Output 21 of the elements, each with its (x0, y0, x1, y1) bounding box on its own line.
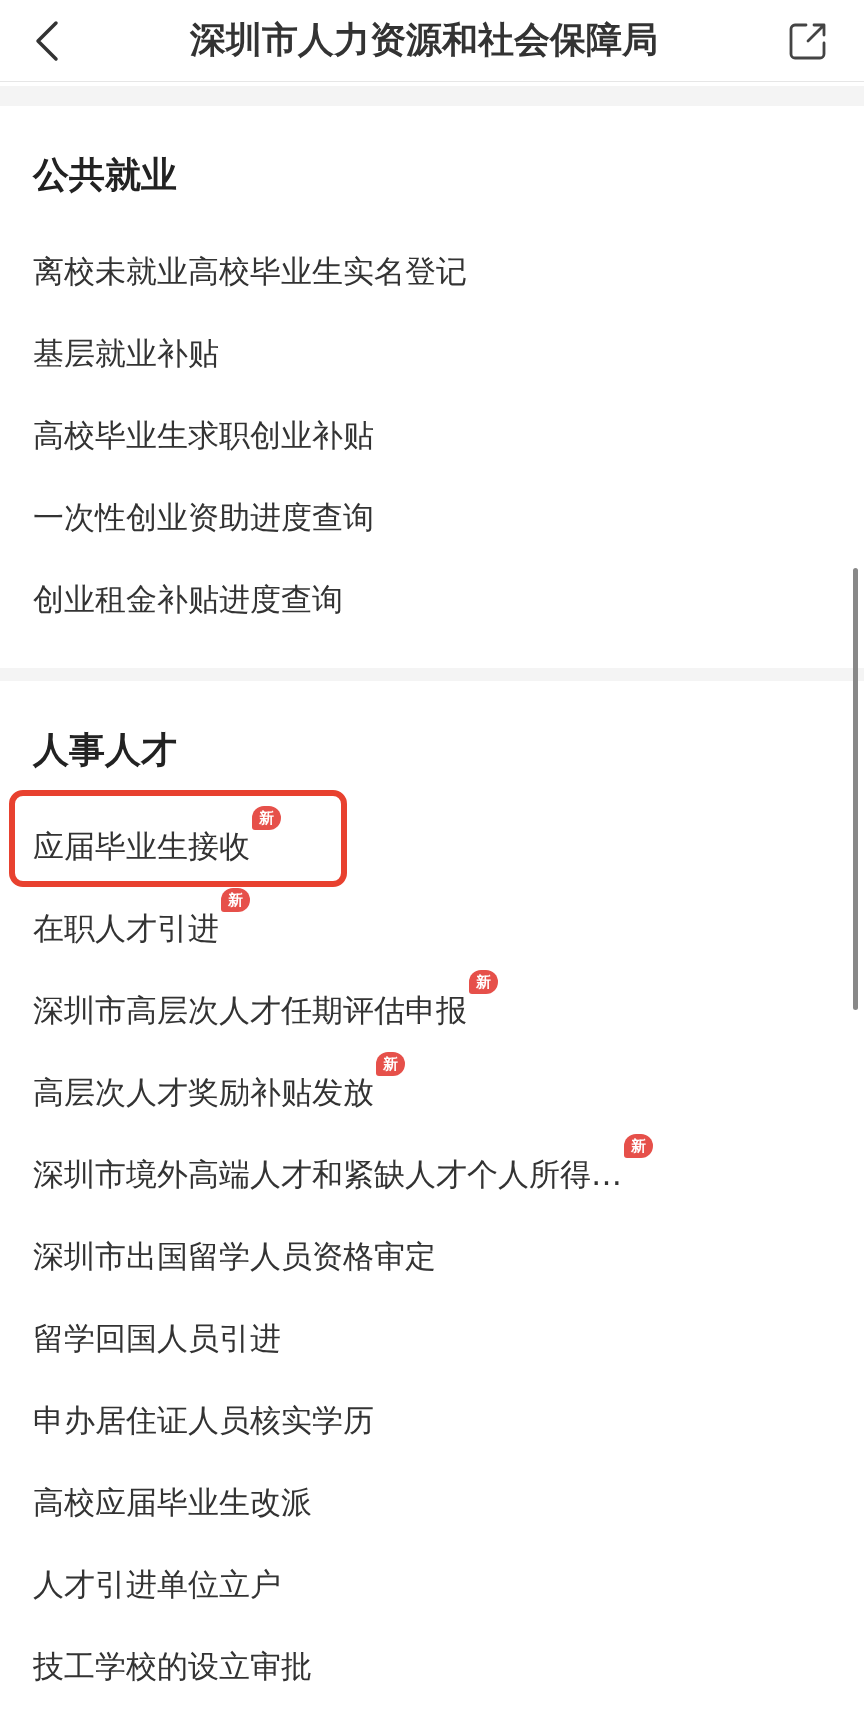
service-link[interactable]: 技工学校的设立审批 (33, 1646, 312, 1686)
service-link[interactable]: 离校未就业高校毕业生实名登记 (33, 251, 467, 291)
new-badge: 新 (252, 806, 281, 830)
new-badge: 新 (469, 970, 498, 994)
new-badge: 新 (376, 1052, 405, 1076)
scrollbar[interactable] (853, 568, 858, 1010)
service-link[interactable]: 创业租金补贴进度查询 (33, 579, 343, 619)
section-title: 人事人才 (33, 728, 178, 772)
service-link[interactable]: 深圳市出国留学人员资格审定 (33, 1236, 436, 1276)
page-title: 深圳市人力资源和社会保障局 (190, 18, 658, 62)
service-link[interactable]: 人才引进单位立户 (33, 1564, 281, 1604)
new-badge: 新 (624, 1134, 653, 1158)
section-title: 公共就业 (33, 153, 178, 197)
service-link[interactable]: 高校应届毕业生改派 (33, 1482, 312, 1522)
new-badge: 新 (221, 888, 250, 912)
service-link[interactable]: 留学回国人员引进 (33, 1318, 281, 1358)
service-link[interactable]: 高校毕业生求职创业补贴 (33, 415, 374, 455)
service-link[interactable]: 基层就业补贴 (33, 333, 219, 373)
back-icon[interactable] (34, 19, 60, 62)
service-link[interactable]: 申办居住证人员核实学历 (33, 1400, 374, 1440)
service-link[interactable]: 一次性创业资助进度查询 (33, 497, 374, 537)
